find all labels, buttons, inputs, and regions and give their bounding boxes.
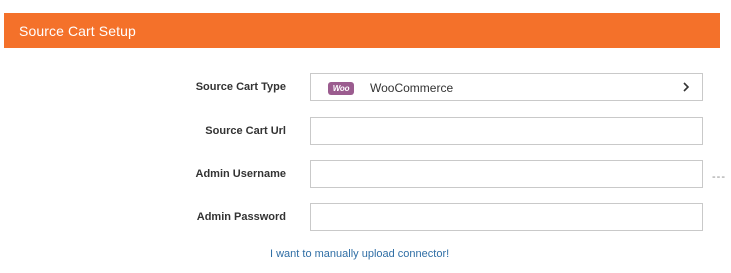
source-cart-type-value: WooCommerce [370, 81, 454, 95]
source-cart-type-label: Source Cart Type [195, 81, 286, 93]
admin-username-label: Admin Username [195, 168, 286, 180]
source-cart-setup-page: Source Cart Setup Source Cart Type Woo W… [0, 0, 731, 273]
admin-password-label: Admin Password [196, 211, 286, 223]
source-cart-url-label: Source Cart Url [205, 125, 286, 137]
admin-username-input[interactable] [310, 160, 703, 188]
manual-upload-connector-link[interactable]: I want to manually upload connector! [0, 248, 731, 260]
form-row-admin-password: Admin Password [0, 203, 731, 231]
overflow-indicator: --- [712, 171, 726, 183]
form-row-source-cart-type: Source Cart Type Woo WooCommerce [0, 73, 731, 101]
section-title: Source Cart Setup [19, 22, 136, 39]
form-row-source-cart-url: Source Cart Url [0, 117, 731, 145]
source-cart-type-select[interactable]: Woo WooCommerce [310, 73, 703, 101]
section-header: Source Cart Setup [4, 13, 720, 48]
form-row-admin-username: Admin Username --- [0, 160, 731, 188]
admin-password-input[interactable] [310, 203, 703, 231]
source-cart-url-input[interactable] [310, 117, 703, 145]
chevron-right-icon [683, 82, 690, 92]
woocommerce-logo-icon: Woo [328, 82, 354, 95]
